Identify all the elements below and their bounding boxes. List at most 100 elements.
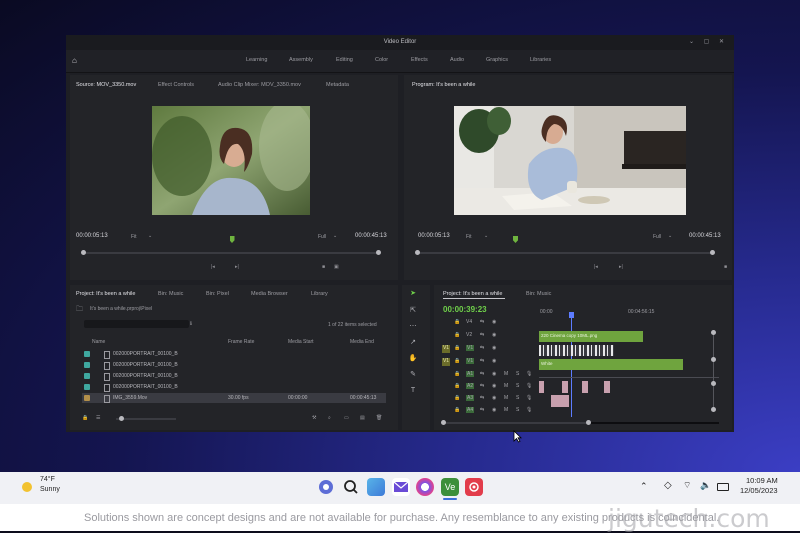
source-fit-select[interactable]: Fit xyxy=(131,234,137,240)
hand-tool-icon[interactable]: ✋ xyxy=(408,354,418,364)
ripple-edit-icon[interactable]: ⋯ xyxy=(408,322,418,332)
wifi-icon[interactable]: ⌔ xyxy=(683,480,691,491)
item-checkbox[interactable] xyxy=(84,384,90,390)
browser-app-icon[interactable] xyxy=(416,478,434,496)
vertical-zoom-track[interactable] xyxy=(713,332,714,412)
tab-timeline-project[interactable]: Project: It's been a while xyxy=(443,291,502,297)
timeline-zoom-start[interactable] xyxy=(441,420,446,425)
lock-icon[interactable]: 🔒 xyxy=(454,332,460,338)
tab-metadata[interactable]: Metadata xyxy=(326,82,349,88)
menu-editing[interactable]: Editing xyxy=(336,57,353,63)
network-icon[interactable]: ◇ xyxy=(664,480,672,491)
audio-clip[interactable] xyxy=(562,381,568,393)
pen-tool-icon[interactable]: ✎ xyxy=(408,370,418,380)
step-back-icon[interactable]: |◂ xyxy=(211,264,215,270)
sync-icon[interactable]: ⇆ xyxy=(480,345,484,351)
solo-button[interactable]: S xyxy=(516,407,519,413)
list-item-selected[interactable]: IMG_3559.Mov 30.00 fps 00:00:00 00:00:45:13 xyxy=(82,393,386,403)
wrench-icon[interactable]: ⚒ xyxy=(312,415,316,421)
sync-icon[interactable]: ⇆ xyxy=(480,332,484,338)
sync-icon[interactable]: ⇆ xyxy=(480,358,484,364)
export-frame-icon[interactable]: ▣ xyxy=(334,264,339,270)
eye-icon[interactable]: ◉ xyxy=(492,319,496,325)
list-item[interactable]: 002000PORTRAIT_00100_B xyxy=(82,360,386,370)
eye-icon[interactable]: ◉ xyxy=(492,358,496,364)
zoom-slider[interactable] xyxy=(116,418,176,420)
sync-icon[interactable]: ⇆ xyxy=(480,383,484,389)
timeline-scroll-thumb[interactable] xyxy=(589,422,719,424)
tab-project[interactable]: Project: It's been a while xyxy=(76,291,135,297)
lock-icon[interactable]: 🔒 xyxy=(82,415,88,421)
program-scrub-end[interactable] xyxy=(710,250,715,255)
source-patch[interactable]: V1 xyxy=(442,345,450,353)
audio-clip[interactable] xyxy=(582,381,588,393)
solo-button[interactable]: S xyxy=(516,371,519,377)
item-checkbox[interactable] xyxy=(84,362,90,368)
sync-icon[interactable]: ⇆ xyxy=(480,395,484,401)
sun-icon[interactable] xyxy=(22,482,32,492)
search-input[interactable] xyxy=(84,320,189,328)
list-item[interactable]: 002000PORTRAIT_00100_B xyxy=(82,349,386,359)
program-scrub-start[interactable] xyxy=(415,250,420,255)
mute-button[interactable]: M xyxy=(504,407,508,413)
lock-icon[interactable]: 🔒 xyxy=(454,345,460,351)
item-checkbox[interactable] xyxy=(84,373,90,379)
step-back-icon[interactable]: |◂ xyxy=(594,264,598,270)
stop-icon[interactable]: ■ xyxy=(724,264,727,270)
home-icon[interactable]: ⌂ xyxy=(72,56,82,66)
sync-icon[interactable]: ⇆ xyxy=(480,319,484,325)
video-editor-app-icon[interactable]: Ve xyxy=(441,478,459,496)
chevron-down-icon[interactable]: ⌄ xyxy=(668,233,672,239)
solo-button[interactable]: S xyxy=(516,383,519,389)
zoom-slider-handle[interactable] xyxy=(119,416,124,421)
lock-icon[interactable]: 🔒 xyxy=(454,407,460,413)
vertical-zoom-handle[interactable] xyxy=(711,357,716,362)
vertical-zoom-handle[interactable] xyxy=(711,330,716,335)
new-item-icon[interactable]: ▤ xyxy=(360,415,365,421)
mic-icon[interactable]: ◉ xyxy=(492,383,496,389)
clip-v1[interactable]: White xyxy=(539,359,683,370)
source-scrub-start[interactable] xyxy=(81,250,86,255)
step-forward-icon[interactable]: ▸| xyxy=(235,264,239,270)
lock-icon[interactable]: 🔒 xyxy=(454,395,460,401)
source-patch[interactable]: V1 xyxy=(442,358,450,366)
mic-icon[interactable]: 🎙 xyxy=(526,395,532,401)
tab-bin-music[interactable]: Bin: Music xyxy=(158,291,183,297)
clock-time[interactable]: 10:09 AM xyxy=(746,476,778,485)
track-select-icon[interactable]: ⇱ xyxy=(408,306,418,316)
vertical-zoom-handle[interactable] xyxy=(711,407,716,412)
audio-clip[interactable] xyxy=(551,395,569,407)
camera-app-icon[interactable] xyxy=(465,478,483,496)
tab-timeline-bin-music[interactable]: Bin: Music xyxy=(526,291,551,297)
tab-program[interactable]: Program: It's been a while xyxy=(412,82,475,88)
photos-app-icon[interactable] xyxy=(367,478,385,496)
selection-tool-icon[interactable]: ➤ xyxy=(408,289,418,299)
lock-icon[interactable]: 🔒 xyxy=(454,371,460,377)
program-quality-select[interactable]: Full xyxy=(653,234,661,240)
tab-source[interactable]: Source: MOV_3350.mov xyxy=(76,82,136,88)
launcher-icon[interactable] xyxy=(317,478,335,496)
lock-icon[interactable]: 🔒 xyxy=(454,383,460,389)
menu-color[interactable]: Color xyxy=(375,57,388,63)
vertical-zoom-handle[interactable] xyxy=(711,381,716,386)
weather-temp[interactable]: 74°F xyxy=(40,476,55,483)
weather-condition[interactable]: Sunny xyxy=(40,486,60,493)
audio-clip[interactable] xyxy=(604,381,610,393)
stop-icon[interactable]: ■ xyxy=(322,264,325,270)
tab-media-browser[interactable]: Media Browser xyxy=(251,291,288,297)
mic-icon[interactable]: ◉ xyxy=(492,407,496,413)
step-forward-icon[interactable]: ▸| xyxy=(619,264,623,270)
source-scrub-end[interactable] xyxy=(376,250,381,255)
program-playhead[interactable] xyxy=(513,236,518,243)
mail-app-icon[interactable] xyxy=(392,478,410,496)
mic-icon[interactable]: ◉ xyxy=(492,395,496,401)
menu-graphics[interactable]: Graphics xyxy=(486,57,508,63)
column-frame-rate[interactable]: Frame Rate xyxy=(228,339,254,345)
trash-icon[interactable]: 🗑 xyxy=(376,415,382,421)
item-checkbox[interactable] xyxy=(84,395,90,401)
tab-bin-pixel[interactable]: Bin: Pixel xyxy=(206,291,229,297)
mute-button[interactable]: M xyxy=(504,383,508,389)
program-fit-select[interactable]: Fit xyxy=(466,234,472,240)
tab-effect-controls[interactable]: Effect Controls xyxy=(158,82,194,88)
clip-v2[interactable]: 220 Cinema copy 10ML.png xyxy=(539,331,643,342)
